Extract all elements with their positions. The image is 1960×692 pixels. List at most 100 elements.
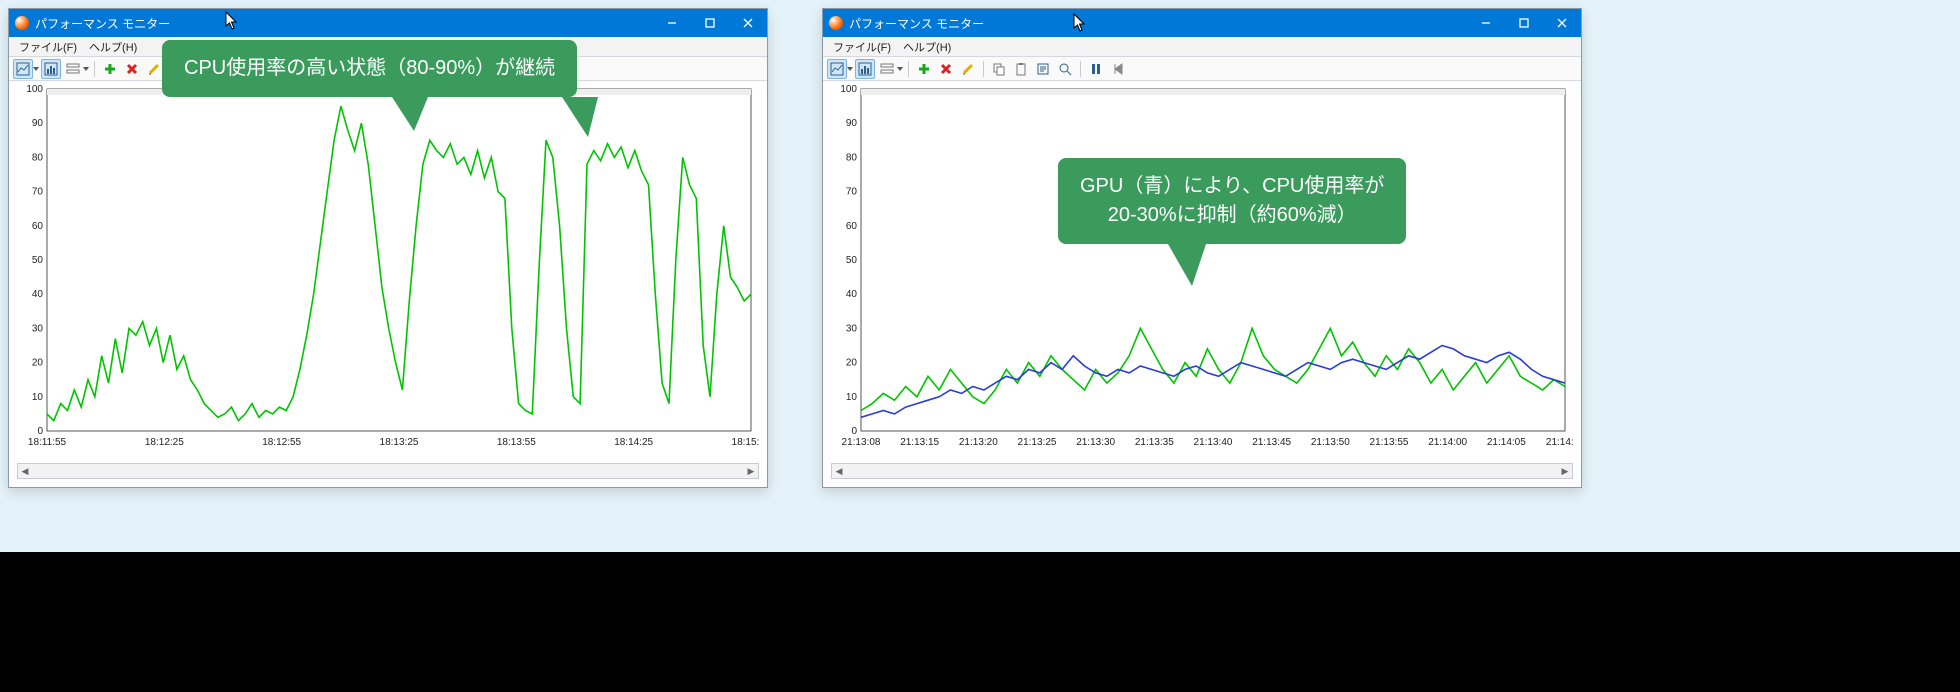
callout-tail — [392, 97, 428, 131]
chart-type-icon[interactable] — [827, 59, 847, 79]
y-tick-label: 40 — [32, 289, 44, 300]
black-strip — [0, 552, 1960, 692]
callout-gpu-reduces-cpu: GPU（青）により、CPU使用率が 20-30%に抑制（約60%減） — [1058, 158, 1406, 244]
menu-help[interactable]: ヘルプ(H) — [83, 39, 143, 55]
y-tick-label: 20 — [32, 358, 44, 369]
menu-file[interactable]: ファイル(F) — [827, 39, 897, 55]
y-tick-label: 100 — [26, 84, 43, 95]
remove-counter-icon[interactable] — [936, 59, 956, 79]
x-tick-label: 21:13:45 — [1252, 437, 1291, 448]
toolbar-separator — [983, 61, 984, 77]
properties-icon[interactable] — [1033, 59, 1053, 79]
x-tick-label: 18:11:55 — [28, 437, 67, 448]
menu-help[interactable]: ヘルプ(H) — [897, 39, 957, 55]
view-mode-icon[interactable] — [41, 59, 61, 79]
horizontal-scrollbar[interactable]: ◀ ▶ — [17, 463, 759, 479]
x-tick-label: 21:13:20 — [959, 437, 998, 448]
titlebar[interactable]: パフォーマンス モニター — [9, 9, 767, 37]
close-button[interactable] — [1543, 9, 1581, 37]
y-tick-label: 60 — [846, 221, 858, 232]
y-tick-label: 70 — [846, 187, 858, 198]
y-tick-label: 90 — [32, 118, 44, 129]
chart-type-dropdown-icon[interactable] — [33, 66, 39, 72]
add-counter-icon[interactable] — [914, 59, 934, 79]
titlebar[interactable]: パフォーマンス モニター — [823, 9, 1581, 37]
y-tick-label: 80 — [32, 152, 44, 163]
freeze-icon[interactable] — [1086, 59, 1106, 79]
y-tick-label: 20 — [846, 358, 858, 369]
callout-text: CPU使用率の高い状態（80-90%）が継続 — [184, 57, 555, 79]
update-icon[interactable] — [1108, 59, 1128, 79]
toolbar-separator — [94, 61, 95, 77]
y-tick-label: 40 — [846, 289, 858, 300]
cursor-icon — [225, 11, 239, 31]
callout-tail — [1168, 244, 1206, 286]
maximize-button[interactable] — [1505, 9, 1543, 37]
minimize-button[interactable] — [1467, 9, 1505, 37]
options-icon[interactable] — [877, 59, 897, 79]
y-tick-label: 90 — [846, 118, 858, 129]
window-title: パフォーマンス モニター — [849, 15, 984, 32]
scroll-left-icon[interactable]: ◀ — [832, 464, 846, 478]
window-title: パフォーマンス モニター — [35, 15, 170, 32]
chart-area: 0 10 20 30 40 50 60 70 80 90 100 18:11:55 18:12:25 18… — [17, 83, 759, 453]
highlight-icon[interactable] — [144, 59, 164, 79]
callout-text-line1: GPU（青）により、CPU使用率が — [1080, 175, 1384, 197]
menu-file[interactable]: ファイル(F) — [13, 39, 83, 55]
x-tick-label: 18:14:25 — [614, 437, 653, 448]
callout-tail — [562, 97, 598, 137]
y-tick-label: 10 — [846, 392, 858, 403]
maximize-button[interactable] — [691, 9, 729, 37]
chart-type-icon[interactable] — [13, 59, 33, 79]
x-tick-label: 21:13:15 — [900, 437, 939, 448]
x-tick-label: 21:13:50 — [1311, 437, 1350, 448]
y-tick-label: 50 — [846, 255, 858, 266]
y-tick-label: 80 — [846, 152, 858, 163]
scroll-right-icon[interactable]: ▶ — [1558, 464, 1572, 478]
x-tick-label: 18:15:02 — [732, 437, 759, 448]
x-tick-label: 21:14:11 — [1546, 437, 1573, 448]
menubar: ファイル(F) ヘルプ(H) — [823, 37, 1581, 57]
view-mode-icon[interactable] — [855, 59, 875, 79]
y-tick-label: 60 — [32, 221, 44, 232]
y-tick-label: 10 — [32, 392, 44, 403]
chart-type-dropdown-icon[interactable] — [847, 66, 853, 72]
x-tick-label: 21:13:30 — [1076, 437, 1115, 448]
cursor-icon — [1073, 13, 1087, 33]
y-tick-label: 50 — [32, 255, 44, 266]
options-icon[interactable] — [63, 59, 83, 79]
y-tick-label: 100 — [840, 84, 857, 95]
y-tick-label: 30 — [32, 323, 44, 334]
x-tick-label: 21:13:08 — [842, 437, 881, 448]
x-tick-label: 18:13:25 — [380, 437, 419, 448]
close-button[interactable] — [729, 9, 767, 37]
horizontal-scrollbar[interactable]: ◀ ▶ — [831, 463, 1573, 479]
x-tick-label: 21:13:25 — [1018, 437, 1057, 448]
x-tick-label: 18:12:25 — [145, 437, 184, 448]
zoom-icon[interactable] — [1055, 59, 1075, 79]
paste-icon[interactable] — [1011, 59, 1031, 79]
x-tick-label: 21:13:55 — [1370, 437, 1409, 448]
add-counter-icon[interactable] — [100, 59, 120, 79]
app-icon — [15, 16, 29, 30]
scroll-track[interactable] — [846, 464, 1558, 478]
x-tick-label: 18:12:55 — [262, 437, 301, 448]
toolbar-separator — [908, 61, 909, 77]
copy-icon[interactable] — [989, 59, 1009, 79]
y-tick-label: 30 — [846, 323, 858, 334]
x-tick-label: 21:13:40 — [1194, 437, 1233, 448]
scroll-left-icon[interactable]: ◀ — [18, 464, 32, 478]
y-tick-label: 0 — [37, 426, 43, 437]
callout-text-line2: 20-30%に抑制（約60%減） — [1108, 204, 1357, 226]
options-dropdown-icon[interactable] — [897, 66, 903, 72]
minimize-button[interactable] — [653, 9, 691, 37]
scroll-right-icon[interactable]: ▶ — [744, 464, 758, 478]
highlight-icon[interactable] — [958, 59, 978, 79]
toolbar-separator — [1080, 61, 1081, 77]
options-dropdown-icon[interactable] — [83, 66, 89, 72]
y-tick-label: 0 — [851, 426, 857, 437]
y-tick-label: 70 — [32, 187, 44, 198]
remove-counter-icon[interactable] — [122, 59, 142, 79]
app-icon — [829, 16, 843, 30]
scroll-track[interactable] — [32, 464, 744, 478]
